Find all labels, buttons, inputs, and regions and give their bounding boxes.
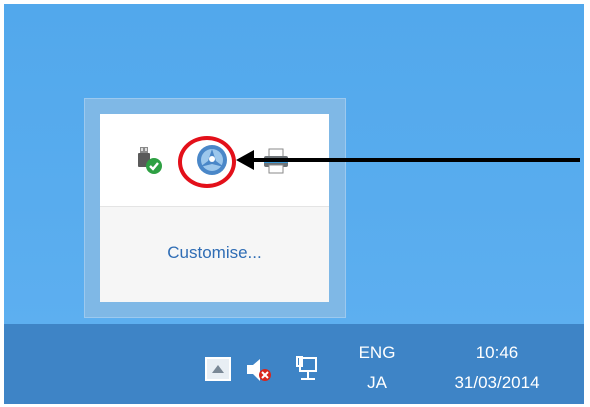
speaker-muted-icon[interactable] [244,356,274,388]
show-hidden-icons-button[interactable] [205,357,231,381]
pointer-arrow [236,150,580,170]
language-primary: ENG [358,343,396,362]
clock[interactable]: 10:46 31/03/2014 [432,338,562,398]
clock-date: 31/03/2014 [454,373,540,392]
chevron-up-icon [212,365,224,373]
clock-time: 10:46 [475,343,519,362]
network-icon[interactable] [294,354,322,388]
language-indicator[interactable]: ENG JA [352,338,402,398]
usb-safely-remove-icon[interactable] [132,142,168,178]
customise-link[interactable]: Customise... [100,243,329,263]
language-secondary: JA [367,373,387,392]
notification-overflow-flyout: Customise... [84,98,346,318]
highlight-circle [178,136,236,188]
customise-area: Customise... [100,207,329,302]
